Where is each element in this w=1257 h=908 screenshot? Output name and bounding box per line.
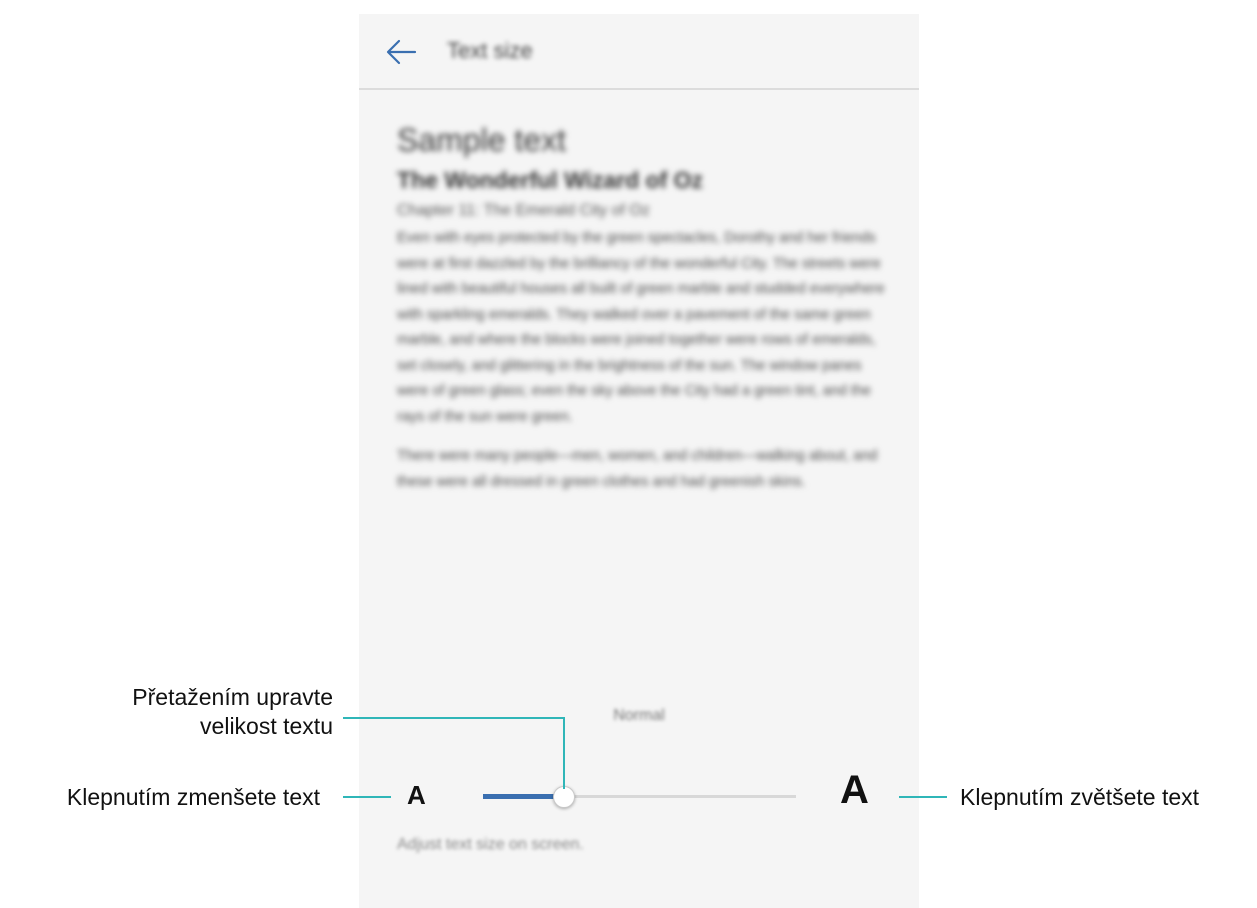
slider-fill bbox=[483, 794, 564, 799]
slider-thumb[interactable] bbox=[553, 786, 575, 808]
sample-paragraph: There were many people—men, women, and c… bbox=[397, 448, 878, 490]
phone-screen: Text size Sample text The Wonderful Wiza… bbox=[359, 14, 919, 908]
decrease-text-size-button[interactable]: A bbox=[407, 780, 426, 811]
increase-callout: Klepnutím zvětšete text bbox=[960, 784, 1200, 810]
drag-callout-line2: velikost textu bbox=[200, 713, 333, 739]
drag-callout: Přetažením upravte velikost textu bbox=[132, 683, 333, 741]
sample-book-title: The Wonderful Wizard of Oz bbox=[397, 167, 704, 193]
drag-callout-line-h bbox=[343, 717, 565, 719]
increase-text-size-button[interactable]: A bbox=[840, 768, 869, 813]
page-title: Text size bbox=[447, 38, 533, 63]
decrease-callout: Klepnutím zmenšete text bbox=[66, 784, 320, 810]
text-size-slider[interactable] bbox=[483, 784, 796, 810]
drag-callout-line-v bbox=[563, 717, 565, 789]
sample-paragraph: Even with eyes protected by the green sp… bbox=[397, 230, 885, 425]
hint-text: Adjust text size on screen. bbox=[397, 836, 584, 853]
drag-callout-line1: Přetažením upravte bbox=[132, 684, 333, 710]
current-size-label: Normal bbox=[613, 707, 665, 724]
app-bar: Text size bbox=[359, 14, 919, 90]
back-arrow-icon[interactable] bbox=[385, 38, 417, 66]
decrease-callout-line bbox=[343, 796, 391, 798]
increase-callout-line bbox=[899, 796, 947, 798]
sample-heading: Sample text bbox=[397, 122, 566, 158]
sample-text-preview: Sample text The Wonderful Wizard of Oz C… bbox=[397, 122, 887, 509]
sample-chapter: Chapter 11: The Emerald City of Oz bbox=[397, 202, 650, 219]
preview-fade bbox=[359, 614, 919, 674]
